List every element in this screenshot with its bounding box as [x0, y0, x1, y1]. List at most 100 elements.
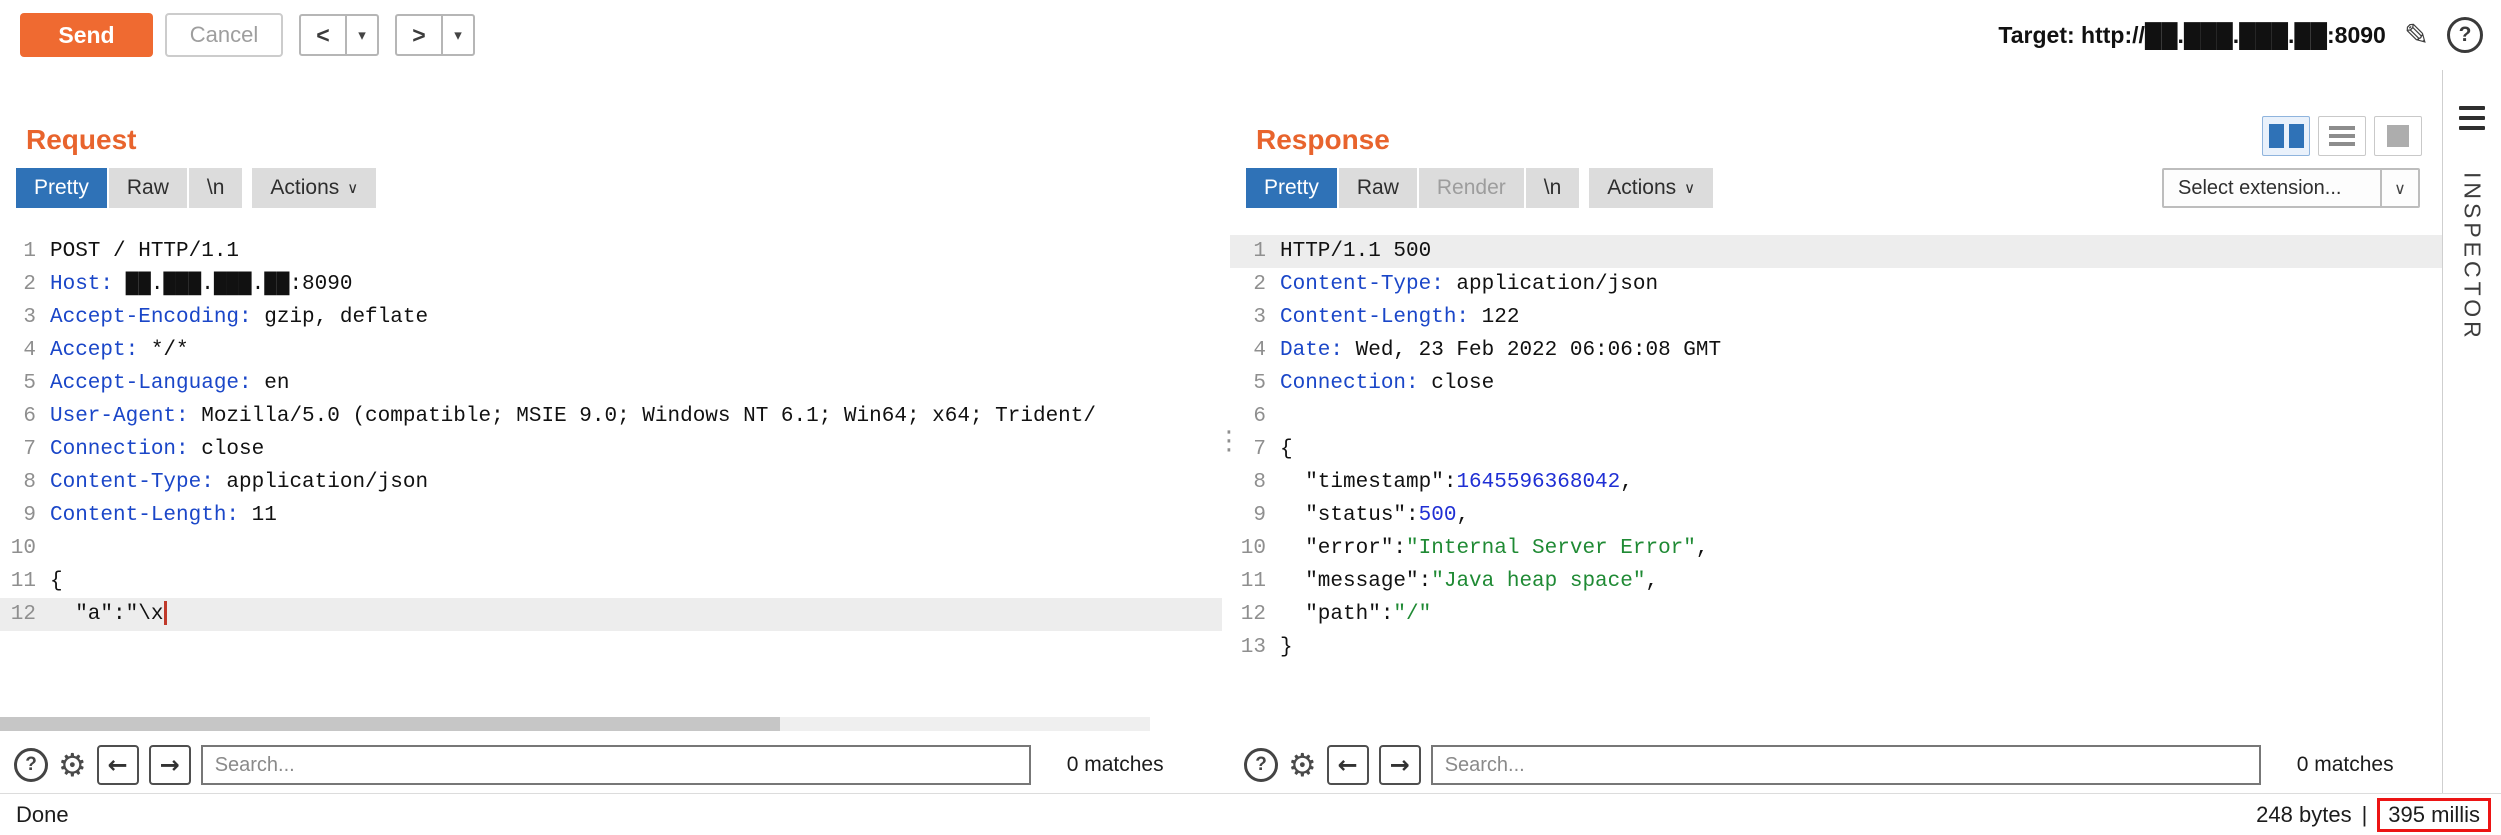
request-search-input[interactable]: [201, 745, 1031, 785]
panel-splitter[interactable]: ⋮: [1222, 70, 1230, 793]
search-settings-icon[interactable]: ⚙: [58, 749, 87, 781]
response-search-input[interactable]: [1431, 745, 2261, 785]
response-search-row: ? ⚙ ← → 0 matches: [1230, 737, 2442, 793]
view-single-button[interactable]: [2374, 116, 2422, 156]
history-back-button[interactable]: <: [301, 16, 345, 54]
code-line[interactable]: 13}: [1230, 631, 2442, 664]
code-text: Host: ██.███.███.██:8090: [36, 268, 352, 301]
inspector-strip[interactable]: INSPECTOR: [2442, 70, 2501, 793]
code-line[interactable]: 7{: [1230, 433, 2442, 466]
history-forward-dropdown[interactable]: ▾: [441, 16, 473, 54]
extension-dropdown[interactable]: Select extension... ∨: [2162, 168, 2420, 208]
code-text: User-Agent: Mozilla/5.0 (compatible; MSI…: [36, 400, 1096, 433]
line-number: 9: [0, 499, 36, 532]
search-next-button[interactable]: →: [149, 745, 191, 785]
line-number: 7: [0, 433, 36, 466]
code-line[interactable]: 1POST / HTTP/1.1: [0, 235, 1222, 268]
edit-target-icon[interactable]: ✎: [2404, 18, 2429, 53]
tab--n[interactable]: \n: [1526, 168, 1580, 208]
search-settings-icon[interactable]: ⚙: [1288, 749, 1317, 781]
tab-pretty[interactable]: Pretty: [1246, 168, 1337, 208]
scrollbar-thumb[interactable]: [0, 717, 780, 731]
code-line[interactable]: 8 "timestamp":1645596368042,: [1230, 466, 2442, 499]
line-number: 4: [1230, 334, 1266, 367]
line-number: 11: [1230, 565, 1266, 598]
search-prev-button[interactable]: ←: [1327, 745, 1369, 785]
code-line[interactable]: 3Accept-Encoding: gzip, deflate: [0, 301, 1222, 334]
code-line[interactable]: 3Content-Length: 122: [1230, 301, 2442, 334]
line-number: 1: [0, 235, 36, 268]
request-header: Request: [0, 70, 1222, 168]
line-number: 13: [1230, 631, 1266, 664]
code-line[interactable]: 6: [1230, 400, 2442, 433]
cancel-button[interactable]: Cancel: [165, 13, 283, 57]
help-icon[interactable]: ?: [2447, 17, 2483, 53]
view-side-by-side-button[interactable]: [2262, 116, 2310, 156]
search-help-icon[interactable]: ?: [14, 748, 48, 782]
rows-icon: [2329, 126, 2355, 146]
tab-raw[interactable]: Raw: [1339, 168, 1417, 208]
code-text: POST / HTTP/1.1: [36, 235, 239, 268]
code-text: Content-Type: application/json: [36, 466, 428, 499]
code-line[interactable]: 10 "error":"Internal Server Error",: [1230, 532, 2442, 565]
search-next-button[interactable]: →: [1379, 745, 1421, 785]
code-line[interactable]: 2Host: ██.███.███.██:8090: [0, 268, 1222, 301]
code-line[interactable]: 5Accept-Language: en: [0, 367, 1222, 400]
tab-label: Render: [1437, 176, 1506, 200]
code-line[interactable]: 12 "path":"/": [1230, 598, 2442, 631]
history-back-dropdown[interactable]: ▾: [345, 16, 377, 54]
code-line[interactable]: 5Connection: close: [1230, 367, 2442, 400]
code-line[interactable]: 6User-Agent: Mozilla/5.0 (compatible; MS…: [0, 400, 1222, 433]
code-text: Content-Length: 122: [1266, 301, 1519, 334]
code-line[interactable]: 10: [0, 532, 1222, 565]
send-button[interactable]: Send: [20, 13, 153, 57]
code-line[interactable]: 2Content-Type: application/json: [1230, 268, 2442, 301]
code-line[interactable]: 1HTTP/1.1 500: [1230, 235, 2442, 268]
line-number: 3: [1230, 301, 1266, 334]
tab-actions[interactable]: Actions∨: [252, 168, 376, 208]
tab-actions[interactable]: Actions∨: [1589, 168, 1713, 208]
hamburger-icon[interactable]: [2459, 106, 2485, 130]
view-stacked-button[interactable]: [2318, 116, 2366, 156]
tab-label: \n: [1544, 176, 1562, 200]
line-number: 11: [0, 565, 36, 598]
code-text: {: [1266, 433, 1293, 466]
line-number: 10: [0, 532, 36, 565]
tab-pretty[interactable]: Pretty: [16, 168, 107, 208]
code-line[interactable]: 4Date: Wed, 23 Feb 2022 06:06:08 GMT: [1230, 334, 2442, 367]
dropdown-caret-icon: ▾: [358, 26, 366, 44]
response-editor[interactable]: 1HTTP/1.1 5002Content-Type: application/…: [1230, 211, 2442, 737]
search-help-icon[interactable]: ?: [1244, 748, 1278, 782]
tab-raw[interactable]: Raw: [109, 168, 187, 208]
code-text: "message":"Java heap space",: [1266, 565, 1658, 598]
line-number: 8: [1230, 466, 1266, 499]
extension-dropdown-value: Select extension...: [2164, 170, 2380, 206]
history-forward-button[interactable]: >: [397, 16, 441, 54]
response-code: 1HTTP/1.1 5002Content-Type: application/…: [1230, 235, 2442, 664]
text-caret: [164, 601, 167, 625]
code-line[interactable]: 11 "message":"Java heap space",: [1230, 565, 2442, 598]
code-line[interactable]: 9 "status":500,: [1230, 499, 2442, 532]
tab--n[interactable]: \n: [189, 168, 243, 208]
line-number: 5: [0, 367, 36, 400]
search-prev-button[interactable]: ←: [97, 745, 139, 785]
target-value: http://██.███.███.██:8090: [2081, 22, 2386, 48]
line-number: 4: [0, 334, 36, 367]
horizontal-scrollbar[interactable]: [0, 717, 1150, 731]
code-line[interactable]: 12 "a":"\x: [0, 598, 1222, 631]
request-editor[interactable]: 1POST / HTTP/1.12Host: ██.███.███.██:809…: [0, 211, 1222, 737]
code-text: }: [1266, 631, 1293, 664]
line-number: 12: [0, 598, 36, 631]
code-line[interactable]: 7Connection: close: [0, 433, 1222, 466]
dropdown-caret-icon: ▾: [454, 26, 462, 44]
code-line[interactable]: 11{: [0, 565, 1222, 598]
code-text: "path":"/": [1266, 598, 1431, 631]
request-tabs-row: PrettyRaw\nActions∨: [0, 168, 1222, 211]
line-number: 2: [1230, 268, 1266, 301]
millis-count: 395 millis: [2388, 802, 2480, 827]
code-line[interactable]: 4Accept: */*: [0, 334, 1222, 367]
inspector-label[interactable]: INSPECTOR: [2459, 172, 2486, 342]
response-panel: Response PrettyRawRender\nActions∨ Selec…: [1230, 70, 2442, 793]
code-line[interactable]: 8Content-Type: application/json: [0, 466, 1222, 499]
code-line[interactable]: 9Content-Length: 11: [0, 499, 1222, 532]
